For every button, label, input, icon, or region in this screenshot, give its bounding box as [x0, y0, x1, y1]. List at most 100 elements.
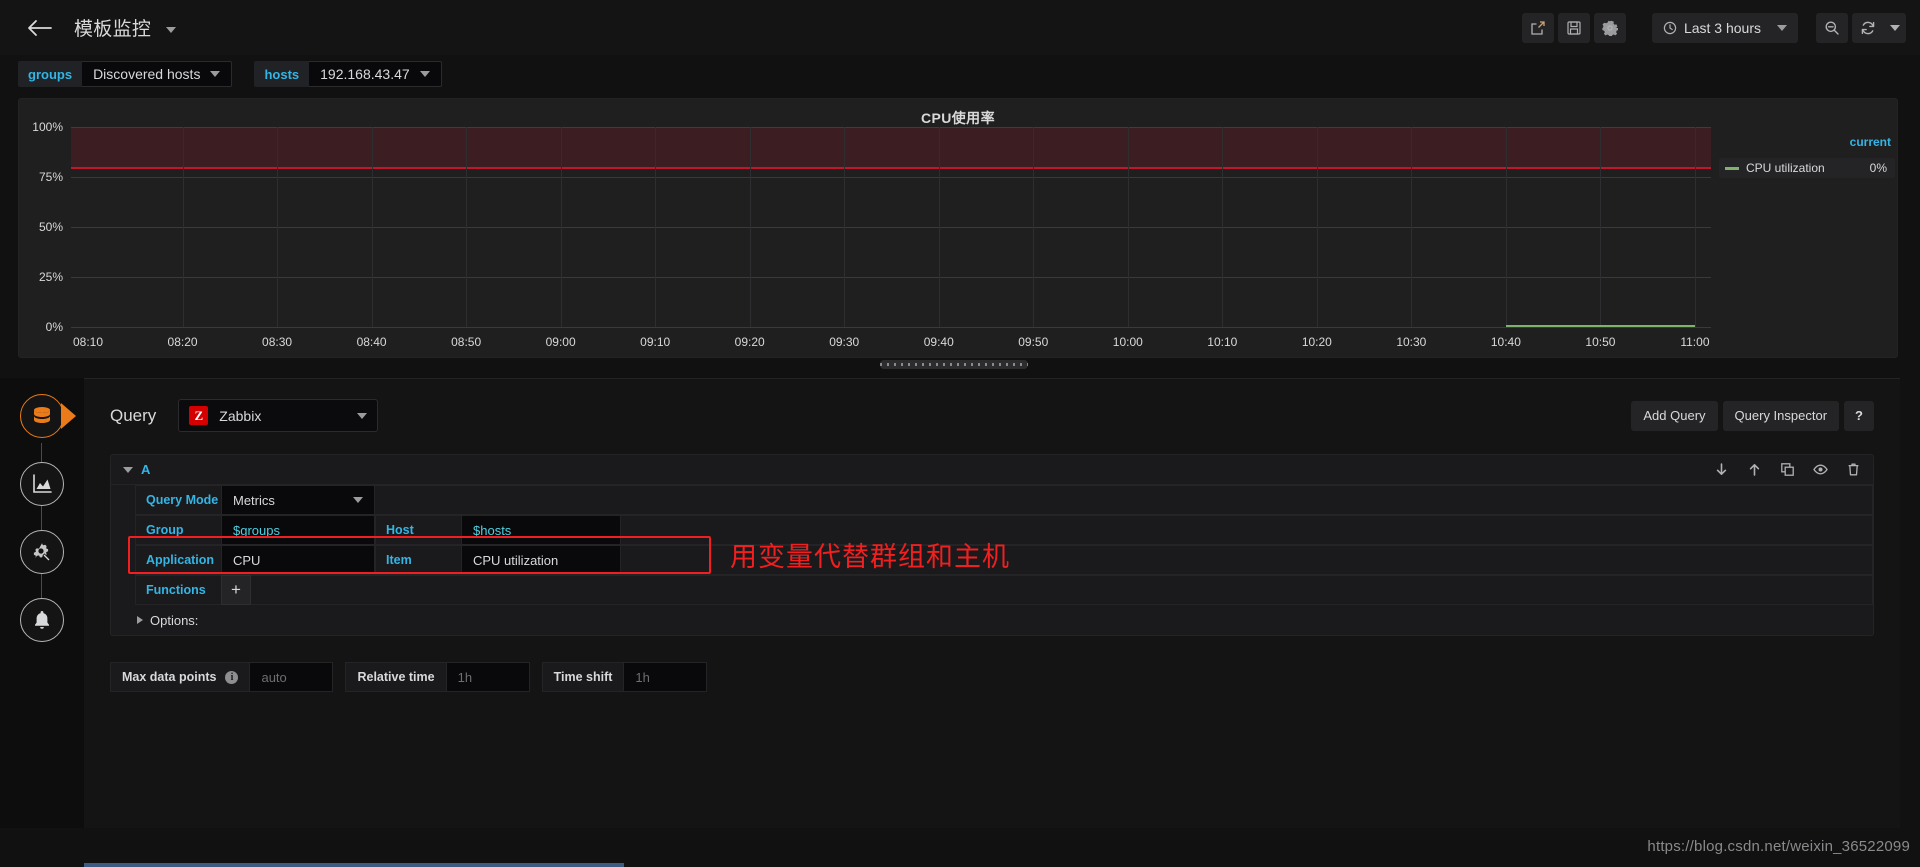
- chevron-down-icon: [357, 412, 368, 419]
- legend-item[interactable]: CPU utilization 0%: [1719, 158, 1895, 178]
- tab-queries[interactable]: [20, 394, 64, 438]
- max-data-points-group: Max data points i auto: [110, 662, 334, 692]
- dashboard-title[interactable]: 模板监控: [74, 14, 176, 41]
- gear-wrench-icon: [33, 543, 51, 562]
- time-shift-input[interactable]: 1h: [623, 662, 708, 692]
- x-axis-tick: 09:10: [640, 335, 671, 349]
- x-axis-tick: 08:30: [262, 335, 293, 349]
- query-row-actions: [1714, 462, 1861, 477]
- options-label: Options:: [150, 612, 199, 628]
- variable-groups-label: groups: [18, 61, 83, 87]
- template-variables-bar: groups Discovered hosts hosts 192.168.43…: [0, 55, 1920, 93]
- arrow-down-icon[interactable]: [1714, 462, 1729, 477]
- gridline-vertical: [371, 127, 373, 327]
- chart-canvas[interactable]: [71, 127, 1711, 328]
- horizontal-scrollbar[interactable]: [84, 863, 624, 867]
- back-arrow-icon[interactable]: [22, 11, 56, 45]
- item-input[interactable]: CPU utilization: [461, 545, 621, 575]
- host-input[interactable]: $hosts: [461, 515, 621, 545]
- gridline-vertical: [749, 127, 751, 327]
- variable-groups-value: Discovered hosts: [93, 66, 201, 82]
- options-toggle[interactable]: Options:: [111, 605, 1873, 635]
- info-icon[interactable]: i: [225, 670, 239, 684]
- bell-icon: [35, 611, 49, 629]
- share-icon[interactable]: [1521, 12, 1554, 43]
- tab-general[interactable]: [20, 530, 64, 574]
- database-icon: [34, 407, 50, 423]
- x-axis-tick: 09:00: [545, 335, 576, 349]
- copy-icon[interactable]: [1780, 462, 1795, 477]
- eye-icon[interactable]: [1813, 462, 1828, 477]
- add-query-button[interactable]: Add Query: [1631, 400, 1718, 431]
- gridline-vertical: [560, 127, 562, 327]
- tab-visualization[interactable]: [20, 462, 64, 506]
- chevron-down-icon[interactable]: [123, 466, 133, 473]
- chart-legend: current CPU utilization 0%: [1719, 135, 1895, 178]
- chevron-down-icon: [1890, 24, 1900, 31]
- x-axis-tick: 08:40: [356, 335, 387, 349]
- x-axis-tick: 08:20: [167, 335, 198, 349]
- x-axis-tick: 11:00: [1680, 335, 1710, 349]
- refresh-icon[interactable]: [1852, 12, 1884, 43]
- gridline-vertical: [1694, 127, 1696, 327]
- query-mode-value: Metrics: [233, 492, 275, 508]
- query-editor-header: Query Z Zabbix Add Query Query Inspector…: [84, 379, 1900, 432]
- gridline-horizontal: [71, 177, 1711, 178]
- variable-groups-select[interactable]: Discovered hosts: [82, 61, 233, 87]
- zoom-out-icon[interactable]: [1816, 12, 1848, 43]
- gridline-vertical: [1600, 127, 1602, 327]
- dashboard-title-text: 模板监控: [74, 19, 152, 40]
- legend-color-swatch: [1725, 166, 1739, 170]
- tab-alert[interactable]: [20, 598, 64, 642]
- relative-time-input[interactable]: 1h: [445, 662, 530, 692]
- refresh-interval-dropdown[interactable]: [1884, 12, 1906, 43]
- group-label: Group: [135, 515, 221, 545]
- chevron-down-icon: [419, 71, 430, 77]
- zabbix-logo-icon: Z: [189, 406, 209, 425]
- query-options-bar: Max data points i auto Relative time 1h …: [110, 662, 1874, 692]
- legend-series-name[interactable]: CPU utilization: [1746, 161, 1825, 175]
- y-axis-tick: 100%: [32, 120, 63, 134]
- query-inspector-button[interactable]: Query Inspector: [1722, 400, 1840, 431]
- trash-icon[interactable]: [1846, 462, 1861, 477]
- query-ref-id[interactable]: A: [141, 462, 150, 477]
- panel-resize-handle[interactable]: [880, 360, 1028, 369]
- gridline-vertical: [277, 127, 279, 327]
- series-line-cpu-utilization: [1505, 325, 1695, 327]
- x-axis-tick: 10:10: [1207, 335, 1238, 349]
- top-navbar: 模板监控 Last 3 hours: [0, 0, 1920, 55]
- datasource-name: Zabbix: [219, 407, 262, 424]
- relative-time-label: Relative time: [345, 662, 446, 692]
- datasource-picker[interactable]: Z Zabbix: [178, 399, 379, 432]
- help-button[interactable]: ?: [1844, 400, 1874, 431]
- time-shift-label: Time shift: [541, 662, 624, 692]
- gridline-vertical: [655, 127, 657, 327]
- max-data-points-input[interactable]: auto: [249, 662, 334, 692]
- gridline-vertical: [1127, 127, 1129, 327]
- query-editor-pane: Query Z Zabbix Add Query Query Inspector…: [84, 378, 1900, 828]
- time-shift-group: Time shift 1h: [541, 662, 708, 692]
- group-input[interactable]: $groups: [221, 515, 375, 545]
- x-axis-tick: 09:30: [829, 335, 860, 349]
- query-mode-select[interactable]: Metrics: [221, 485, 375, 515]
- query-section-label: Query: [110, 405, 157, 425]
- save-floppy-icon[interactable]: [1557, 12, 1590, 43]
- gridline-vertical: [1316, 127, 1318, 327]
- x-axis-tick: 09:20: [734, 335, 765, 349]
- add-function-button[interactable]: +: [221, 575, 251, 605]
- gridline-vertical: [466, 127, 468, 327]
- arrow-up-icon[interactable]: [1747, 462, 1762, 477]
- query-header-actions: Add Query Query Inspector ?: [1631, 400, 1874, 431]
- variable-hosts-select[interactable]: 192.168.43.47: [309, 61, 442, 87]
- chevron-down-icon: [353, 497, 363, 503]
- chevron-right-icon: [137, 616, 143, 624]
- gear-icon[interactable]: [1593, 12, 1626, 43]
- annotation-text: 用变量代替群组和主机: [730, 542, 1010, 572]
- plot-area: 0% 25% 50% 75% 100% 08:10 08:20 08:30 08:40 08:5…: [19, 120, 1899, 359]
- time-range-picker[interactable]: Last 3 hours: [1651, 12, 1798, 43]
- gridline-vertical: [1505, 127, 1507, 327]
- y-axis: 0% 25% 50% 75% 100%: [19, 120, 69, 334]
- application-input[interactable]: CPU: [221, 545, 375, 575]
- legend-series-value: 0%: [1869, 161, 1887, 175]
- x-axis-tick: 10:20: [1301, 335, 1332, 349]
